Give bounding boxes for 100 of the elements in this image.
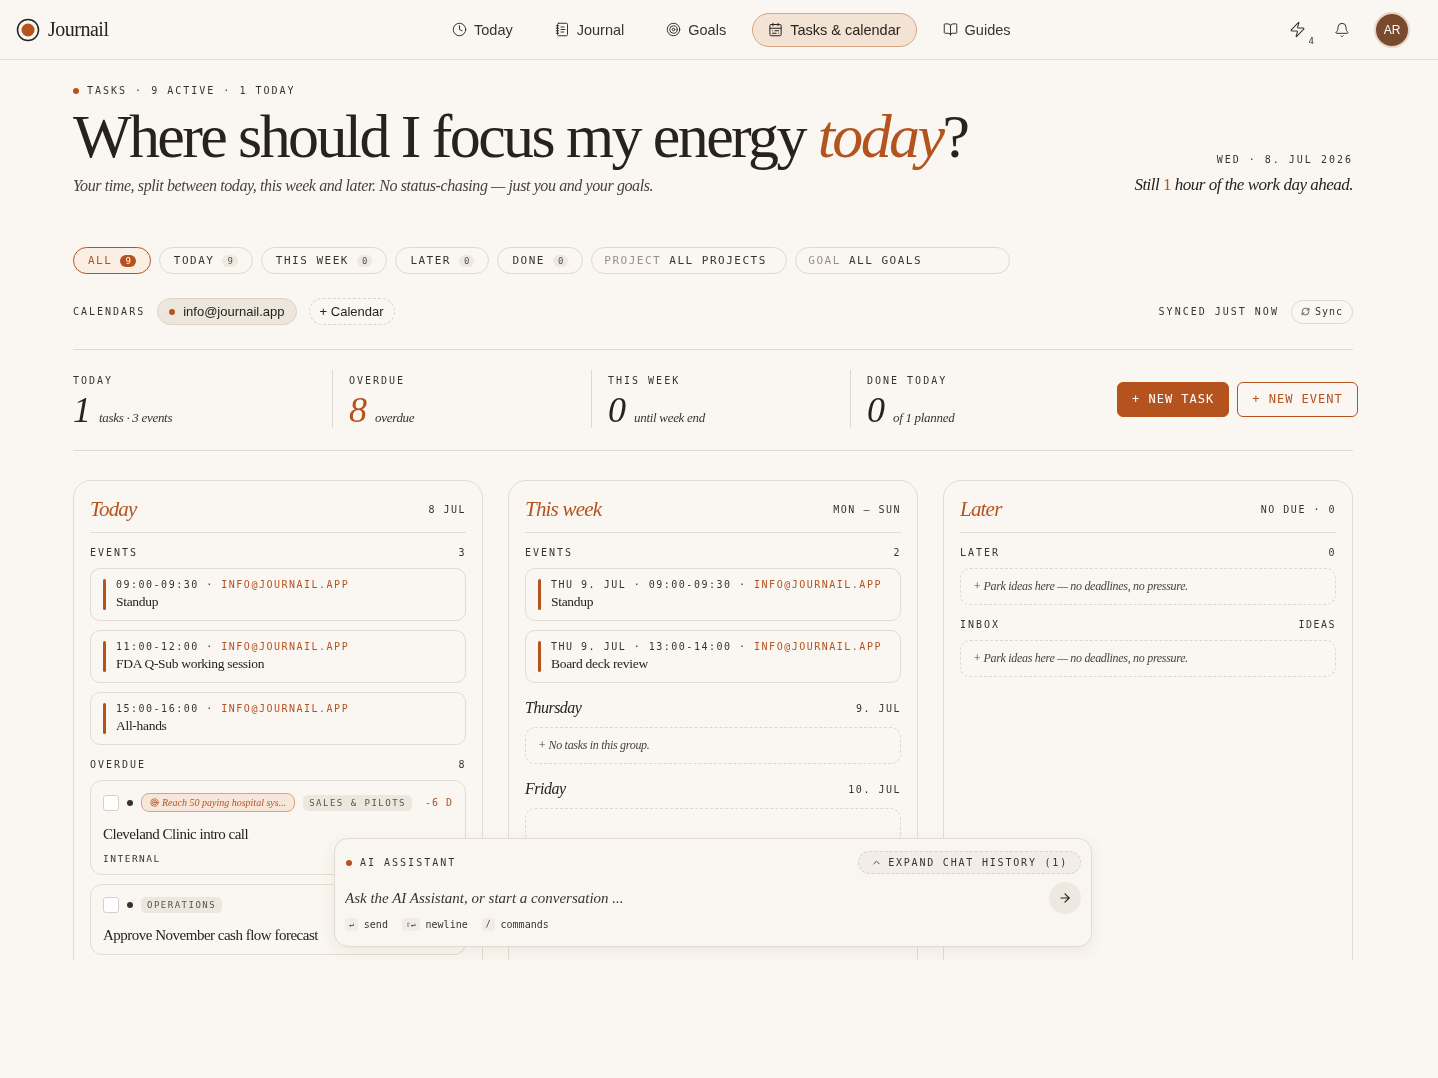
stat-caption: until week end xyxy=(634,410,705,427)
section-count: 0 xyxy=(1328,547,1336,559)
empty-drop-zone[interactable]: + Park ideas here — no deadlines, no pressure. xyxy=(960,568,1336,606)
goal-chip[interactable]: Reach 50 paying hospital sys... xyxy=(141,793,296,813)
user-avatar[interactable]: AR xyxy=(1374,11,1410,48)
task-checkbox[interactable] xyxy=(103,897,119,914)
page-subtitle: Your time, split between today, this week and later. No status-chasing — just you and your goals. xyxy=(73,177,655,196)
nav-tab[interactable]: Today xyxy=(436,12,529,47)
section-label: EVENTS xyxy=(90,547,139,559)
column-title: This week xyxy=(525,497,602,523)
event-bar xyxy=(103,641,106,673)
logo-icon xyxy=(16,17,40,42)
date-label: WED · 8. JUL 2026 xyxy=(1215,154,1353,166)
event-card[interactable]: THU 9. JUL · 13:00-14:00 · INFO@JOURNAIL.APP Board deck review xyxy=(525,630,901,684)
event-title: Standup xyxy=(551,594,595,611)
task-note: INTERNAL xyxy=(103,853,161,865)
hint-label: send xyxy=(363,919,388,931)
event-title: All-hands xyxy=(116,718,168,735)
event-card[interactable]: 11:00-12:00 · INFO@JOURNAIL.APP FDA Q-Sub working session xyxy=(90,630,466,684)
stat-caption: overdue xyxy=(375,410,415,427)
section-count: 9. JUL xyxy=(855,702,901,714)
clock-icon xyxy=(452,22,467,37)
calendar-icon xyxy=(768,22,784,37)
target-icon xyxy=(150,798,159,808)
stat-label: THIS WEEK xyxy=(608,375,681,387)
stat-value: 1 xyxy=(73,392,91,429)
project-tag: SALES & PILOTS xyxy=(303,794,412,811)
stat-value: 8 xyxy=(349,392,367,429)
event-meta: 09:00-09:30 · INFO@JOURNAIL.APP xyxy=(116,579,350,591)
nav-tab[interactable]: Tasks & calendar xyxy=(752,12,917,47)
empty-drop-zone[interactable]: + No tasks in this group. xyxy=(525,727,901,765)
filter-chip[interactable]: ALL 9 xyxy=(73,247,151,275)
event-card[interactable]: 15:00-16:00 · INFO@JOURNAIL.APP All-hands xyxy=(90,692,466,746)
calendar-chip[interactable]: info@journail.app xyxy=(157,298,297,326)
accent-dot-icon xyxy=(73,87,79,94)
event-title: FDA Q-Sub working session xyxy=(116,656,266,673)
task-title: Cleveland Clinic intro call xyxy=(103,826,250,844)
event-title: Board deck review xyxy=(551,656,649,673)
column-meta: MON – SUN xyxy=(833,504,901,516)
notebook-icon xyxy=(554,22,570,37)
day-title: Friday xyxy=(525,780,566,799)
stat-label: OVERDUE xyxy=(349,375,406,387)
stat-label: TODAY xyxy=(73,375,114,387)
column-title: Today xyxy=(90,497,137,523)
due-label: -6 D xyxy=(424,797,453,809)
hint-label: newline xyxy=(425,919,468,931)
empty-hint: + Park ideas here — no deadlines, no pressure. xyxy=(973,579,1188,595)
remaining-time: Still 1 hour of the work day ahead. xyxy=(1134,175,1353,196)
empty-drop-zone[interactable]: + Park ideas here — no deadlines, no pressure. xyxy=(960,640,1336,678)
task-title: Approve November cash flow forecast xyxy=(103,927,319,945)
stat-value: 0 xyxy=(608,392,626,429)
day-title: Thursday xyxy=(525,699,582,718)
event-meta: THU 9. JUL · 09:00-09:30 · INFO@JOURNAIL.APP xyxy=(551,579,882,591)
nav-tab[interactable]: Goals xyxy=(650,12,743,47)
new-event-button[interactable]: + NEW EVENT xyxy=(1237,381,1358,417)
section-label: LATER xyxy=(960,547,1001,559)
event-card[interactable]: 09:00-09:30 · INFO@JOURNAIL.APP Standup xyxy=(90,568,466,622)
expand-history-button[interactable]: EXPAND CHAT HISTORY (1) xyxy=(858,851,1081,875)
section-count: 2 xyxy=(893,547,901,559)
key-hint: ⇧↵ xyxy=(401,918,420,932)
nav-tab[interactable]: Journal xyxy=(538,12,641,47)
column-meta: 8 JUL xyxy=(428,504,466,516)
event-card[interactable]: THU 9. JUL · 09:00-09:30 · INFO@JOURNAIL.APP Standup xyxy=(525,568,901,622)
stat-label: DONE TODAY xyxy=(867,375,948,387)
status-dot-icon xyxy=(127,902,133,909)
section-count: IDEAS xyxy=(1298,619,1336,631)
page-headline: Where should I focus my energy today? xyxy=(73,104,968,170)
event-bar xyxy=(103,579,106,611)
section-label: EVENTS xyxy=(525,547,574,559)
column-title: Later xyxy=(960,497,1002,523)
task-checkbox[interactable] xyxy=(103,794,119,811)
hint-label: commands xyxy=(500,919,549,931)
assistant-label: AI ASSISTANT xyxy=(360,857,457,869)
key-hint: / xyxy=(481,918,495,932)
section-label: OVERDUE xyxy=(90,759,147,771)
event-bar xyxy=(538,579,541,611)
stat-caption: of 1 planned xyxy=(893,410,955,427)
new-task-button[interactable]: + NEW TASK xyxy=(1117,381,1230,417)
event-title: Standup xyxy=(116,594,160,611)
stat-caption: tasks · 3 events xyxy=(99,410,173,427)
project-tag: OPERATIONS xyxy=(141,897,223,914)
goal-label: Reach 50 paying hospital sys... xyxy=(162,797,287,809)
stat-value: 0 xyxy=(867,392,885,429)
key-hint: ↵ xyxy=(345,918,358,932)
event-meta: 11:00-12:00 · INFO@JOURNAIL.APP xyxy=(116,641,350,653)
column-meta: NO DUE · 0 xyxy=(1260,504,1336,516)
calendars-label: CALENDARS xyxy=(73,306,146,318)
nav-tab[interactable]: Guides xyxy=(926,12,1027,47)
refresh-icon xyxy=(1300,307,1310,317)
event-bar xyxy=(538,641,541,673)
section-count: 3 xyxy=(458,547,466,559)
send-button[interactable] xyxy=(1049,882,1081,915)
section-label: INBOX xyxy=(960,619,1001,631)
empty-hint: + Park ideas here — no deadlines, no pressure. xyxy=(973,651,1188,667)
book-icon xyxy=(942,22,958,37)
status-dot-icon xyxy=(127,799,133,806)
section-count: 10. JUL xyxy=(848,783,901,795)
event-bar xyxy=(103,703,106,735)
accent-dot-icon xyxy=(346,859,352,866)
empty-hint: + No tasks in this group. xyxy=(538,738,650,754)
